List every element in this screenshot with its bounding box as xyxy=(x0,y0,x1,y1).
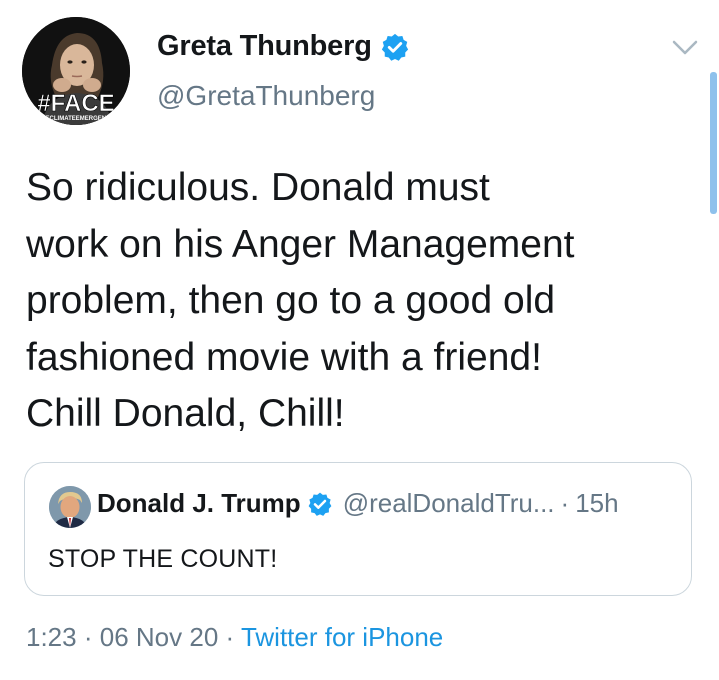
quoted-tweet-header: Donald J. Trump @realDonaldTru... · 15h xyxy=(97,488,619,519)
quoted-author-handle: @realDonaldTru... xyxy=(342,488,555,518)
chevron-down-icon[interactable] xyxy=(668,34,702,60)
quoted-separator: · xyxy=(560,488,570,518)
avatar-overlay-text: #FACE xyxy=(37,90,114,117)
tweet-text: So ridiculous. Donald must work on his A… xyxy=(26,166,575,435)
tweet-source-link[interactable]: Twitter for iPhone xyxy=(241,622,443,652)
scrollbar-thumb[interactable] xyxy=(710,72,717,214)
tweet-date: 06 Nov 20 xyxy=(99,622,219,652)
author-handle[interactable]: @GretaThunberg xyxy=(157,80,375,112)
tweet-time: 1:23 xyxy=(26,622,77,652)
tweet-meta: 1:23 · 06 Nov 20 · Twitter for iPhone xyxy=(26,622,443,653)
quoted-tweet-text: STOP THE COUNT! xyxy=(48,545,278,573)
avatar-image: #FACE THECLIMATEEMERGENCY xyxy=(22,17,130,125)
author-avatar[interactable]: #FACE THECLIMATEEMERGENCY xyxy=(22,17,130,125)
quoted-author-avatar[interactable] xyxy=(49,486,91,528)
author-display-name[interactable]: Greta Thunberg xyxy=(157,30,372,63)
verified-badge-icon xyxy=(308,492,332,516)
avatar-overlay-subtext: THECLIMATEEMERGENCY xyxy=(38,116,115,122)
quoted-avatar-image xyxy=(49,486,91,528)
author-name-row: Greta Thunberg xyxy=(157,30,410,63)
meta-separator: · xyxy=(225,622,235,652)
quoted-timestamp: 15h xyxy=(575,488,619,518)
quoted-author-name: Donald J. Trump xyxy=(97,488,301,518)
verified-badge-icon xyxy=(381,33,408,61)
quoted-tweet-card[interactable]: Donald J. Trump @realDonaldTru... · 15h … xyxy=(24,462,692,596)
tweet-detail: #FACE THECLIMATEEMERGENCY Greta Thunberg… xyxy=(0,0,719,680)
meta-separator: · xyxy=(83,622,93,652)
